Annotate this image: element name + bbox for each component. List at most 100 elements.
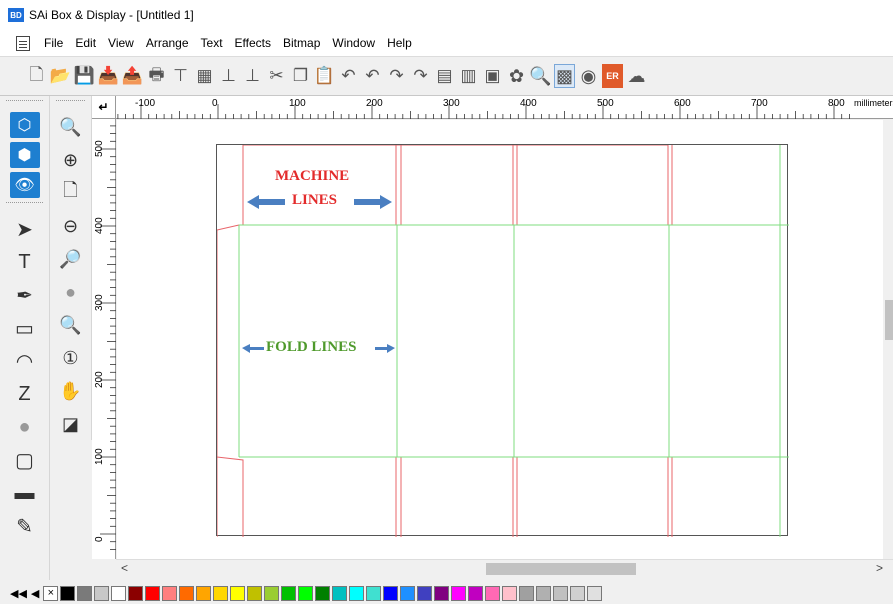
menu-effects[interactable]: Effects <box>229 36 277 50</box>
zoom-actual-icon[interactable]: ① <box>56 343 86 373</box>
horizontal-scrollbar[interactable]: < > <box>116 559 893 577</box>
undo-icon[interactable]: ↶ <box>338 64 359 88</box>
vertical-scrollbar[interactable] <box>883 120 893 559</box>
palette-swatch[interactable] <box>60 585 76 601</box>
palette-swatch[interactable] <box>519 585 535 601</box>
palette-swatch[interactable] <box>451 585 467 601</box>
palette-swatch[interactable] <box>213 585 229 601</box>
palette-swatch[interactable] <box>111 585 127 601</box>
zoom-selection-icon[interactable]: 🔎 <box>56 244 86 274</box>
zoom-disabled-icon[interactable]: ● <box>56 277 86 307</box>
new-document-icon[interactable]: 🗋 <box>26 64 47 88</box>
pan-hand-icon[interactable]: ✋ <box>56 376 86 406</box>
palette-swatch[interactable] <box>570 585 586 601</box>
menu-arrange[interactable]: Arrange <box>140 36 195 50</box>
palette-first-icon[interactable]: ◀◀ <box>10 587 27 600</box>
palette-swatch[interactable] <box>468 585 484 601</box>
paste-icon[interactable]: 📋 <box>314 64 335 88</box>
fill-stroke-icon[interactable]: ◪ <box>56 409 86 439</box>
color-wheel-icon[interactable]: ✿ <box>506 64 527 88</box>
properties-icon[interactable]: ▥ <box>458 64 479 88</box>
scissors-cut-icon[interactable]: ✂ <box>266 64 287 88</box>
fill-blob-icon[interactable]: ● <box>10 412 40 442</box>
open-icon[interactable]: 📂 <box>50 64 71 88</box>
drawing-canvas[interactable]: MACHINE LINES FOLD LINES <box>117 120 893 559</box>
scroll-left-arrow[interactable]: < <box>121 561 128 575</box>
palette-swatch[interactable] <box>281 585 297 601</box>
rectangle-tool-icon[interactable]: ▭ <box>10 313 40 343</box>
eye-icon[interactable]: 👁 <box>9 172 40 198</box>
select-arrow-icon[interactable]: ➤ <box>10 214 40 244</box>
palette-swatch[interactable] <box>128 585 144 601</box>
text-tool-icon[interactable]: T <box>10 247 40 277</box>
copy-icon[interactable]: ❐ <box>290 64 311 88</box>
layers-icon[interactable]: ▤ <box>434 64 455 88</box>
pen-tool-icon[interactable]: ✒ <box>10 280 40 310</box>
align-icon[interactable]: ⊥ <box>218 64 239 88</box>
redo-icon[interactable]: ↷ <box>386 64 407 88</box>
palette-swatch[interactable] <box>162 585 178 601</box>
vertical-scroll-thumb[interactable] <box>885 300 893 340</box>
zoom-previous-icon[interactable]: 🔍 <box>56 310 86 340</box>
menu-text[interactable]: Text <box>195 36 229 50</box>
palette-swatch[interactable] <box>417 585 433 601</box>
zoom-in-icon[interactable]: ⊕ <box>56 145 86 175</box>
zoom-color-icon[interactable]: 🔍 <box>529 64 551 88</box>
palette-swatch[interactable] <box>230 585 246 601</box>
palette-swatch[interactable] <box>145 585 161 601</box>
palette-swatch[interactable] <box>179 585 195 601</box>
palette-swatch[interactable] <box>94 585 110 601</box>
horizontal-scroll-thumb[interactable] <box>486 563 636 575</box>
cut-plot-icon[interactable]: ⊤ <box>170 64 191 88</box>
save-icon[interactable]: 💾 <box>74 64 95 88</box>
color-layers-icon[interactable]: ◉ <box>578 64 599 88</box>
palette-swatch[interactable] <box>247 585 263 601</box>
undo-step-icon[interactable]: ↶ <box>362 64 383 88</box>
scroll-right-arrow[interactable]: > <box>876 561 883 575</box>
palette-swatch[interactable] <box>383 585 399 601</box>
palette-swatch[interactable] <box>502 585 518 601</box>
preview-icon[interactable]: ▣ <box>482 64 503 88</box>
menu-file[interactable]: File <box>38 36 69 50</box>
zoom-fit-icon[interactable]: 🔍 <box>56 112 86 142</box>
palette-swatch[interactable] <box>434 585 450 601</box>
zoom-page-icon[interactable]: 🗋 <box>56 178 86 208</box>
color-grid-icon[interactable]: ▩ <box>554 64 575 88</box>
export-icon[interactable]: 📤 <box>122 64 143 88</box>
vertical-ruler[interactable]: 500 400 300 200 100 0 <box>92 119 116 559</box>
menu-bitmap[interactable]: Bitmap <box>277 36 326 50</box>
er-icon[interactable]: ER <box>602 64 623 88</box>
print-icon[interactable]: 🖶 <box>146 64 167 88</box>
ruler-measure-icon[interactable]: ▬ <box>10 478 40 508</box>
cloud-icon[interactable]: ☁ <box>626 64 647 88</box>
document-menu-icon[interactable] <box>16 35 30 51</box>
box-3d-icon[interactable]: ⬡ <box>9 112 40 138</box>
palette-prev-icon[interactable]: ◀ <box>31 587 39 600</box>
menu-edit[interactable]: Edit <box>69 36 102 50</box>
zigzag-tool-icon[interactable]: Z <box>10 379 40 409</box>
palette-swatch[interactable] <box>264 585 280 601</box>
palette-swatch[interactable] <box>587 585 603 601</box>
palette-swatch[interactable] <box>400 585 416 601</box>
ruler-origin-corner[interactable]: ↵ <box>92 96 116 119</box>
menu-window[interactable]: Window <box>326 36 381 50</box>
palette-swatch[interactable] <box>196 585 212 601</box>
plot-icon[interactable]: ▦ <box>194 64 215 88</box>
arc-tool-icon[interactable]: ◠ <box>10 346 40 376</box>
palette-swatch[interactable] <box>366 585 382 601</box>
menu-help[interactable]: Help <box>381 36 418 50</box>
palette-swatch[interactable] <box>298 585 314 601</box>
horizontal-ruler[interactable]: -100 0 100 200 300 400 500 600 700 800 millimeter… <box>116 96 893 119</box>
palette-swatch[interactable] <box>349 585 365 601</box>
palette-swatch[interactable] <box>536 585 552 601</box>
box-rotate-icon[interactable]: ⬢ <box>9 142 40 168</box>
import-icon[interactable]: 📥 <box>98 64 119 88</box>
page-area[interactable]: MACHINE LINES FOLD LINES <box>216 144 789 537</box>
palette-swatch[interactable] <box>315 585 331 601</box>
palette-swatch[interactable] <box>553 585 569 601</box>
palette-swatch[interactable] <box>77 585 93 601</box>
weld-icon[interactable]: ⊥ <box>242 64 263 88</box>
redo-step-icon[interactable]: ↷ <box>410 64 431 88</box>
palette-swatch[interactable] <box>332 585 348 601</box>
frame-icon[interactable]: ▢ <box>10 445 40 475</box>
